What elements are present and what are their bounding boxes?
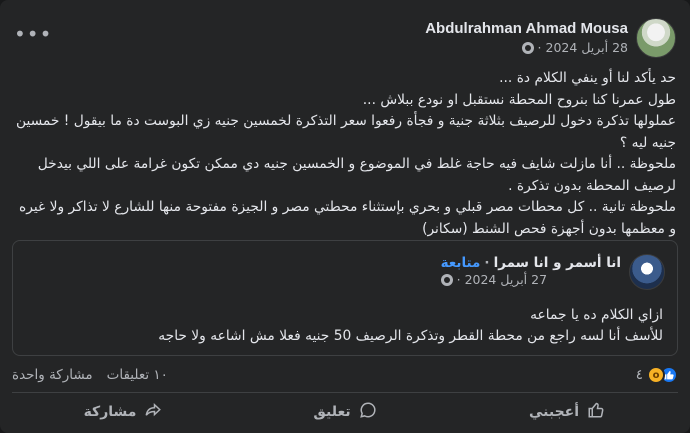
like-icon <box>587 401 605 423</box>
author-block: Abdulrahman Ahmad Mousa 28 أبريل 2024 · <box>425 19 628 57</box>
divider <box>12 392 678 393</box>
shared-line: ازاي الكلام ده يا جماعه <box>530 307 663 323</box>
author-name[interactable]: Abdulrahman Ahmad Mousa <box>425 19 628 39</box>
share-icon <box>144 401 162 423</box>
shared-post-header: انا أسمر و انا سمرا · متابعة 27 أبريل 20… <box>25 253 665 291</box>
post-line: عملولها تذكرة دخول للرصيف بثلاثة جنية و … <box>15 113 676 151</box>
globe-icon <box>521 42 534 54</box>
post-header: Abdulrahman Ahmad Mousa 28 أبريل 2024 · <box>14 14 676 62</box>
author-avatar[interactable] <box>636 18 676 58</box>
like-label: أعجبني <box>528 404 580 420</box>
post-text: حد يأكد لنا أو ينفي الكلام دة ... طول عم… <box>12 68 676 240</box>
shared-post-date[interactable]: 27 أبريل 2024 <box>465 271 547 289</box>
shared-author-block: انا أسمر و انا سمرا · متابعة 27 أبريل 20… <box>440 255 621 289</box>
post-actions: أعجبني تعليق مشاركة <box>12 396 678 428</box>
like-button[interactable]: أعجبني <box>456 396 678 428</box>
facebook-post: ••• Abdulrahman Ahmad Mousa 28 أبريل 202… <box>0 0 690 433</box>
meta-separator: · <box>537 40 542 55</box>
comment-label: تعليق <box>313 404 351 420</box>
reactions-summary[interactable]: o ٤ <box>636 366 678 384</box>
globe-icon <box>440 274 453 286</box>
shared-line: للأسف أنا لسه راجع من محطة القطر وتذكرة … <box>158 328 663 344</box>
post-stats: o ٤ ١٠ تعليقات مشاركة واحدة <box>12 364 678 386</box>
meta-separator: · <box>456 272 461 287</box>
shared-post-meta: 27 أبريل 2024 · <box>440 271 547 289</box>
post-line: ملحوظة .. أنا مازلت شايف فيه حاجة غلط في… <box>37 156 676 194</box>
reaction-icons: o <box>647 366 678 384</box>
comment-button[interactable]: تعليق <box>234 396 456 428</box>
post-meta: 28 أبريل 2024 · <box>521 39 628 57</box>
shared-author-avatar[interactable] <box>629 254 665 290</box>
comment-icon <box>359 401 377 423</box>
post-line: حد يأكد لنا أو ينفي الكلام دة ... <box>499 70 676 86</box>
share-button[interactable]: مشاركة <box>12 396 234 428</box>
follow-button[interactable]: متابعة <box>441 255 481 271</box>
post-line: ملحوظة تانية .. كل محطات مصر قبلي و بحري… <box>19 199 676 237</box>
engagement-counts: ١٠ تعليقات مشاركة واحدة <box>12 367 168 383</box>
shared-name-row: انا أسمر و انا سمرا · متابعة <box>441 255 621 271</box>
post-line: طول عمرنا كنا بنروح المحطة نستقبل او نود… <box>362 91 676 108</box>
reaction-count: ٤ <box>635 367 643 383</box>
shared-post-card[interactable]: انا أسمر و انا سمرا · متابعة 27 أبريل 20… <box>12 240 678 356</box>
comments-count[interactable]: ١٠ تعليقات <box>107 367 168 383</box>
shared-author-name[interactable]: انا أسمر و انا سمرا <box>494 255 621 271</box>
shared-post-text: ازاي الكلام ده يا جماعه للأسف أنا لسه را… <box>27 305 663 347</box>
wow-reaction-icon: o <box>647 366 665 384</box>
shares-count[interactable]: مشاركة واحدة <box>12 367 93 383</box>
share-label: مشاركة <box>83 404 137 420</box>
post-date[interactable]: 28 أبريل 2024 <box>546 39 628 57</box>
follow-separator: · <box>484 255 490 271</box>
